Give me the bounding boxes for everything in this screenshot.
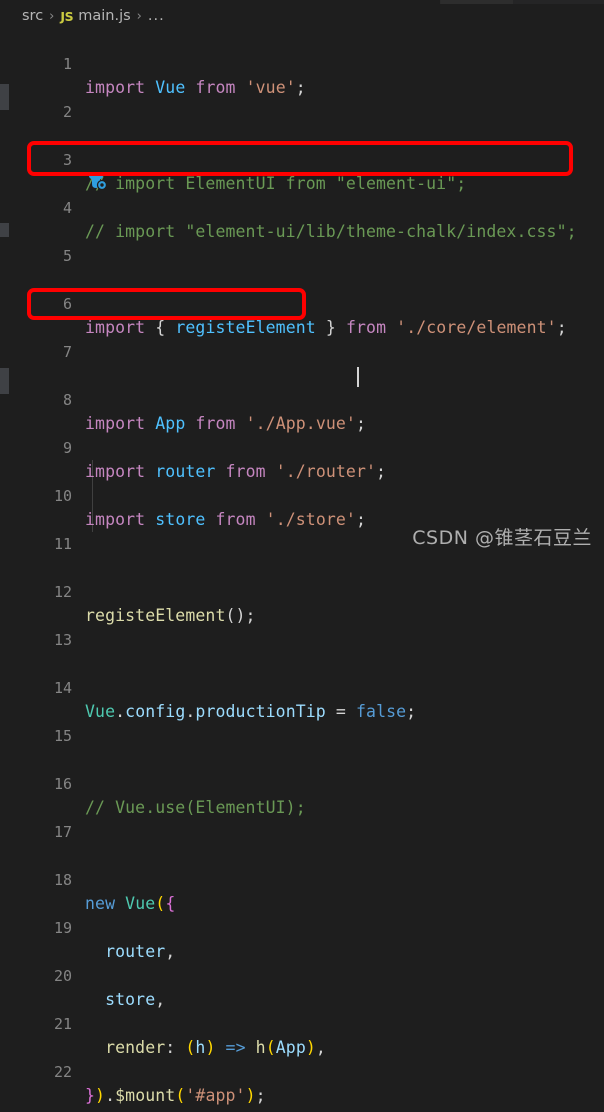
line-number: 12 <box>53 583 72 601</box>
code-line[interactable]: 17 <box>0 796 604 841</box>
line-number: 1 <box>62 55 72 73</box>
code-line[interactable]: 1 import Vue from 'vue'; <box>0 28 604 97</box>
code-line[interactable]: 2 <box>0 76 604 121</box>
line-number: 7 <box>62 343 72 361</box>
error-squiggle <box>162 957 173 962</box>
line-number: 20 <box>53 967 72 985</box>
line-number: 9 <box>62 439 72 457</box>
javascript-file-icon: JS <box>60 8 74 24</box>
error-squiggle <box>451 141 462 146</box>
line-number: 21 <box>53 1015 72 1033</box>
line-number: 16 <box>53 775 72 793</box>
code-line[interactable]: 12 registeElement(); <box>0 556 604 625</box>
code-line[interactable]: 8 import App from './App.vue'; <box>0 361 604 433</box>
mouse-cursor-icon[interactable] <box>86 171 110 195</box>
code-line[interactable]: 15 <box>0 700 604 745</box>
line-number: 19 <box>53 919 72 937</box>
line-number: 6 <box>62 295 72 313</box>
error-squiggle <box>318 1005 329 1010</box>
chevron-right-icon-2: › <box>136 8 142 24</box>
code-line[interactable]: 21 render: (h) => h(App), <box>0 988 604 1057</box>
line-number: 18 <box>53 871 72 889</box>
line-number: 13 <box>53 631 72 649</box>
error-squiggle <box>555 189 566 194</box>
chevron-right-icon: › <box>49 8 55 24</box>
code-line[interactable]: 10 import store from './store'; <box>0 460 604 529</box>
line-content[interactable]: }).$mount('#app'); <box>85 1084 266 1108</box>
code-line[interactable]: 14 Vue.config.productionTip = false; <box>0 649 604 721</box>
code-line[interactable]: 20 store, <box>0 940 604 1009</box>
error-squiggle <box>258 1053 269 1058</box>
line-number: 14 <box>53 679 72 697</box>
line-number: 3 <box>62 151 72 169</box>
code-line[interactable]: 3 // import ElementUI from "element-ui"; <box>0 121 604 193</box>
code-line[interactable]: 22 }).$mount('#app'); <box>0 1036 604 1105</box>
error-squiggle <box>357 477 368 482</box>
code-line[interactable]: 18 new Vue({ <box>0 841 604 913</box>
code-editor[interactable]: 1 import Vue from 'vue'; 2 3 // import E… <box>0 28 604 1105</box>
error-squiggle <box>88 745 99 750</box>
error-squiggle <box>88 649 99 654</box>
error-squiggle <box>172 861 183 866</box>
error-squiggle <box>88 361 99 366</box>
line-number: 11 <box>53 535 72 553</box>
code-line[interactable]: 19 router, <box>0 892 604 961</box>
error-squiggle <box>247 573 258 578</box>
error-squiggle <box>88 265 99 270</box>
error-squiggle <box>376 429 387 434</box>
error-squiggle <box>556 285 567 290</box>
code-line[interactable]: 16 // Vue.use(ElementUI); <box>0 745 604 817</box>
line-number: 15 <box>53 727 72 745</box>
code-lines[interactable]: 1 import Vue from 'vue'; 2 3 // import E… <box>0 28 604 1105</box>
line-number: 10 <box>53 487 72 505</box>
code-line[interactable]: 5 <box>0 220 604 265</box>
watermark: CSDN @锥茎石豆兰 <box>412 527 592 549</box>
line-number: 17 <box>53 823 72 841</box>
error-squiggle <box>395 669 406 674</box>
error-squiggle <box>172 909 183 914</box>
error-squiggle <box>88 121 99 126</box>
line-number: 8 <box>62 391 72 409</box>
line-number: 2 <box>62 103 72 121</box>
error-squiggle <box>88 841 99 846</box>
code-line[interactable]: 9 import router from './router'; <box>0 412 604 481</box>
breadcrumb-file[interactable]: main.js <box>78 8 130 24</box>
line-number: 5 <box>62 247 72 265</box>
error-squiggle <box>291 45 302 50</box>
breadcrumb[interactable]: src › JS main.js › ... <box>0 4 604 28</box>
breadcrumb-more[interactable]: ... <box>148 8 165 24</box>
line-number: 4 <box>62 199 72 217</box>
code-line[interactable]: 7 <box>0 316 604 361</box>
code-line[interactable]: 6 import { registeElement } from './core… <box>0 265 604 337</box>
code-line[interactable]: 13 <box>0 604 604 649</box>
text-caret <box>357 367 359 387</box>
line-number: 22 <box>53 1063 72 1081</box>
error-squiggle <box>292 765 303 770</box>
breadcrumb-folder[interactable]: src <box>22 8 43 24</box>
